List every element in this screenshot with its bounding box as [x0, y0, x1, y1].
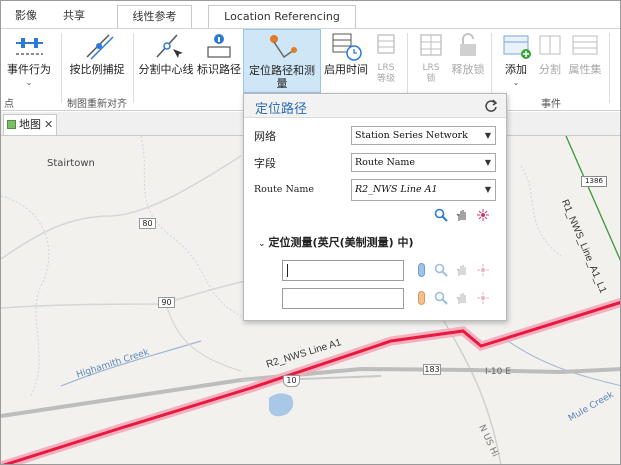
add-event-button[interactable]: 添加 ⌄: [495, 29, 537, 93]
to-measure-input[interactable]: [282, 288, 404, 309]
group-label-events: 事件: [541, 99, 561, 110]
group-label-point: 点: [4, 99, 14, 110]
split-event-icon: [539, 35, 561, 55]
chevron-down-icon: ⌄: [512, 78, 520, 87]
from-measure-input[interactable]: [282, 260, 404, 281]
event-behavior-button[interactable]: 事件行为 ⌄: [3, 29, 55, 93]
road-shield-183: 183: [423, 364, 441, 375]
event-behavior-label: 事件行为: [7, 63, 51, 76]
tab-linear-referencing[interactable]: 线性参考: [117, 5, 192, 28]
measure-pin-icon[interactable]: [418, 291, 425, 305]
text-cursor: [287, 264, 288, 277]
enable-time-label: 启用时间: [324, 63, 368, 76]
chevron-down-icon: ▼: [484, 158, 491, 167]
road-shield-10: 10: [283, 375, 300, 387]
zoom-to-icon[interactable]: [434, 291, 448, 305]
chevron-down-icon: ⌄: [258, 239, 266, 249]
measure-section-header[interactable]: ⌄ 定位测量(英尺(美制测量) 中): [258, 234, 414, 250]
flash-icon[interactable]: [476, 291, 490, 305]
flash-icon[interactable]: [476, 263, 490, 277]
pan-to-icon[interactable]: [455, 291, 469, 305]
road-shield-90: 90: [158, 297, 175, 308]
split-event-label: 分割: [539, 63, 561, 76]
close-icon[interactable]: ✕: [44, 115, 53, 134]
add-event-label: 添加: [505, 63, 527, 76]
lrs-level-button[interactable]: LRS 等级: [371, 29, 401, 93]
route-name-value: R2_NWS Line A1: [355, 184, 438, 195]
tab-location-referencing-label: Location Referencing: [224, 10, 340, 23]
measure-pin-icon[interactable]: [418, 263, 425, 277]
identify-route-label: 标识路径: [197, 63, 241, 76]
pan-to-icon[interactable]: [455, 208, 469, 222]
road-label-i10e: I-10 E: [485, 367, 511, 377]
release-lock-label: 释放锁: [451, 63, 485, 76]
panel-header: 定位路径: [244, 94, 506, 118]
map-tab-label: 地图: [19, 118, 41, 131]
locate-route-measure-button[interactable]: 定位路径和测量 ⌄: [243, 29, 321, 93]
field-select[interactable]: Route Name ▼: [351, 153, 496, 172]
proportional-snap-icon: [86, 34, 114, 60]
route-name-label: Route Name: [254, 184, 315, 195]
chevron-down-icon: ▼: [484, 185, 491, 194]
lrs-lock-label: LRS 锁: [422, 63, 440, 84]
network-select[interactable]: Station Series Network ▼: [351, 126, 496, 145]
network-label: 网络: [254, 130, 276, 143]
split-centerline-button[interactable]: 分割中心线: [137, 29, 195, 93]
map-view-tab[interactable]: 地图 ✕: [3, 114, 57, 135]
zoom-to-icon[interactable]: [434, 263, 448, 277]
event-behavior-icon: [16, 38, 43, 55]
ribbon-tabs: 影像 共享 线性参考 Location Referencing: [1, 1, 620, 29]
divider: [61, 33, 62, 103]
pan-to-icon[interactable]: [455, 263, 469, 277]
release-lock-button[interactable]: 释放锁: [449, 29, 487, 93]
unlock-icon: [460, 33, 476, 56]
locate-route-panel: 定位路径 网络 Station Series Network ▼ 字段 Rout…: [243, 93, 507, 321]
chevron-down-icon: ⌄: [25, 78, 33, 87]
attribute-set-icon: [572, 35, 598, 55]
lrs-lock-button[interactable]: LRS 锁: [413, 29, 449, 93]
flash-icon[interactable]: [476, 208, 490, 222]
map-icon: [7, 120, 16, 129]
zoom-to-icon[interactable]: [434, 208, 448, 222]
identify-route-icon: [207, 34, 231, 58]
tab-imagery[interactable]: 影像: [11, 6, 41, 26]
identify-route-button[interactable]: 标识路径: [195, 29, 243, 93]
locate-route-measure-icon: [270, 35, 297, 59]
tab-location-referencing[interactable]: Location Referencing: [208, 5, 356, 28]
enable-time-button[interactable]: 启用时间: [321, 29, 371, 93]
measure-section-title: 定位测量(英尺(美制测量) 中): [268, 236, 414, 249]
field-label: 字段: [254, 157, 276, 170]
attribute-set-label: 属性集: [568, 63, 602, 76]
panel-title: 定位路径: [255, 102, 308, 117]
lrs-level-label: LRS 等级: [376, 63, 395, 84]
divider: [133, 33, 134, 103]
lrs-lock-icon: [420, 34, 442, 56]
chevron-down-icon: ▼: [484, 131, 491, 140]
mile-marker-badge: 1386: [581, 176, 607, 187]
split-centerline-icon: [156, 34, 183, 58]
route-name-combobox[interactable]: R2_NWS Line A1 ▼: [351, 179, 496, 201]
proportional-snap-label: 按比例捕捉: [69, 63, 125, 76]
add-event-icon: [503, 35, 531, 59]
chevron-down-icon: ⌄: [278, 79, 286, 88]
attribute-set-button[interactable]: 属性集: [565, 29, 605, 93]
network-select-value: Station Series Network: [355, 130, 468, 141]
road-shield-80: 80: [139, 218, 156, 229]
enable-time-icon: [332, 33, 362, 61]
lrs-level-icon: [377, 34, 395, 54]
divider: [609, 33, 610, 103]
split-centerline-label: 分割中心线: [138, 63, 194, 76]
app-window: 影像 共享 线性参考 Location Referencing 事件行为 ⌄ 按…: [0, 0, 621, 465]
place-label-stairtown: Stairtown: [47, 158, 95, 169]
field-select-value: Route Name: [355, 157, 416, 168]
split-event-button[interactable]: 分割: [537, 29, 563, 93]
proportional-snap-button[interactable]: 按比例捕捉: [65, 29, 129, 93]
tab-share[interactable]: 共享: [59, 6, 89, 26]
refresh-icon[interactable]: [485, 99, 498, 112]
group-label-cartographic-realign: 制图重新对齐: [67, 99, 127, 110]
